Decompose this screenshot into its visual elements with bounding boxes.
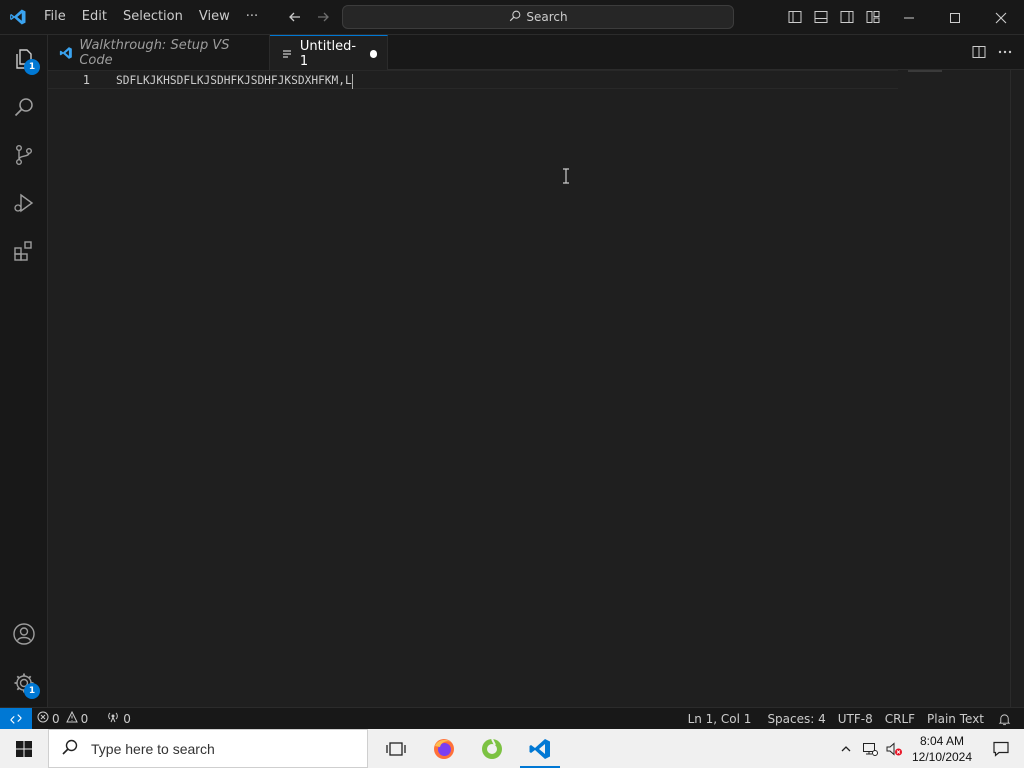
ports-count: 0 [123, 711, 131, 726]
clock-date: 12/10/2024 [911, 749, 973, 764]
vertical-scrollbar[interactable] [1010, 70, 1024, 707]
remote-indicator-icon[interactable] [0, 707, 32, 730]
vscode-logo-icon [0, 0, 36, 35]
chevron-up-icon[interactable] [834, 729, 858, 768]
vscode-tab-icon [58, 45, 73, 61]
text-cursor [351, 73, 353, 89]
menu-edit[interactable]: Edit [74, 5, 115, 29]
error-count: 0 [52, 711, 60, 726]
taskbar-search-placeholder: Type here to search [91, 740, 215, 757]
vscode-taskbar-icon[interactable] [516, 729, 564, 768]
forward-arrow-icon[interactable] [312, 6, 334, 28]
current-line[interactable]: 1 SDFLKJKHSDFLKJSDHFKJSDHFJKSDXHFKM,L [48, 70, 898, 89]
warning-icon [65, 710, 78, 726]
ports-indicator[interactable]: 0 [101, 708, 136, 730]
command-center-label: Search [526, 10, 568, 24]
title-bar: File Edit Selection View ··· Search [0, 0, 1024, 35]
line-number: 1 [82, 73, 90, 87]
toggle-panel-icon[interactable] [810, 6, 832, 28]
customize-layout-icon[interactable] [862, 6, 884, 28]
taskbar-search-icon [61, 738, 79, 759]
system-tray: 8:04 AM 12/10/2024 [834, 729, 1024, 768]
firefox-icon[interactable] [420, 729, 468, 768]
search-view-icon[interactable] [0, 83, 48, 131]
notifications-bell-icon[interactable] [993, 708, 1016, 730]
task-view-icon[interactable] [372, 729, 420, 768]
menu-file[interactable]: File [36, 5, 74, 29]
tab-untitled-label: Untitled-1 [299, 38, 357, 69]
toggle-secondary-sidebar-icon[interactable] [836, 6, 858, 28]
line-text[interactable]: SDFLKJKHSDFLKJSDHFKJSDHFJKSDXHFKM,L [116, 72, 353, 89]
tab-walkthrough[interactable]: Walkthrough: Setup VS Code [48, 35, 270, 70]
network-icon[interactable] [858, 729, 882, 768]
indentation[interactable]: Spaces: 4 [762, 708, 830, 730]
language-mode[interactable]: Plain Text [922, 708, 989, 730]
error-icon [37, 711, 49, 726]
manage-gear-icon[interactable]: 1 [0, 659, 48, 707]
maximize-icon[interactable] [932, 0, 978, 35]
status-bar: 0 0 0 Ln 1, Col 1 Spaces: 4 UTF-8 CRLF P… [0, 707, 1024, 730]
accounts-icon[interactable] [0, 610, 48, 658]
tab-untitled-1[interactable]: Untitled-1 [270, 35, 388, 71]
problems-indicator[interactable]: 0 0 [32, 708, 93, 730]
clock-time: 8:04 AM [919, 733, 965, 748]
minimap[interactable] [908, 70, 942, 72]
end-of-line[interactable]: CRLF [880, 708, 920, 730]
encoding[interactable]: UTF-8 [833, 708, 878, 730]
minimize-icon[interactable] [886, 0, 932, 35]
more-actions-icon[interactable] [994, 41, 1016, 63]
close-icon[interactable] [978, 0, 1024, 35]
explorer-badge: 1 [24, 59, 40, 75]
extensions-icon[interactable] [0, 227, 48, 275]
line-content: SDFLKJKHSDFLKJSDHFKJSDHFJKSDXHFKM,L [116, 74, 352, 87]
menu-selection[interactable]: Selection [115, 5, 191, 29]
windows-taskbar: Type here to search 8:04 AM 12/10/2024 [0, 729, 1024, 768]
toggle-primary-sidebar-icon[interactable] [784, 6, 806, 28]
editor-tab-bar: Walkthrough: Setup VS Code Untitled-1 [48, 35, 1024, 71]
menu-view[interactable]: View [191, 5, 238, 29]
clock[interactable]: 8:04 AM 12/10/2024 [906, 733, 978, 765]
search-icon [508, 9, 522, 26]
command-center-search[interactable]: Search [342, 5, 734, 29]
tab-walkthrough-label: Walkthrough: Setup VS Code [79, 37, 230, 68]
unsaved-dot-icon[interactable] [370, 49, 377, 58]
back-arrow-icon[interactable] [284, 6, 306, 28]
warning-count: 0 [80, 711, 89, 726]
app-green-icon[interactable] [468, 729, 516, 768]
run-debug-icon[interactable] [0, 179, 48, 227]
cursor-position[interactable]: Ln 1, Col 1 [683, 708, 757, 730]
broadcast-icon [106, 711, 120, 726]
manage-badge: 1 [24, 683, 40, 699]
source-control-icon[interactable] [0, 131, 48, 179]
activity-bar: 1 1 [0, 35, 48, 707]
mouse-ibeam-cursor-icon [561, 168, 571, 184]
taskbar-search-input[interactable]: Type here to search [48, 729, 368, 768]
windows-start-icon[interactable] [0, 729, 48, 768]
editor-area[interactable]: 1 SDFLKJKHSDFLKJSDHFKJSDHFJKSDXHFKM,L [48, 70, 1024, 707]
text-file-icon [280, 46, 294, 62]
menu-bar: File Edit Selection View ··· [36, 0, 266, 35]
notification-center-icon[interactable] [978, 729, 1024, 768]
menu-more[interactable]: ··· [238, 5, 266, 29]
volume-muted-icon[interactable] [882, 729, 906, 768]
split-editor-icon[interactable] [968, 41, 990, 63]
explorer-icon[interactable]: 1 [0, 35, 48, 83]
